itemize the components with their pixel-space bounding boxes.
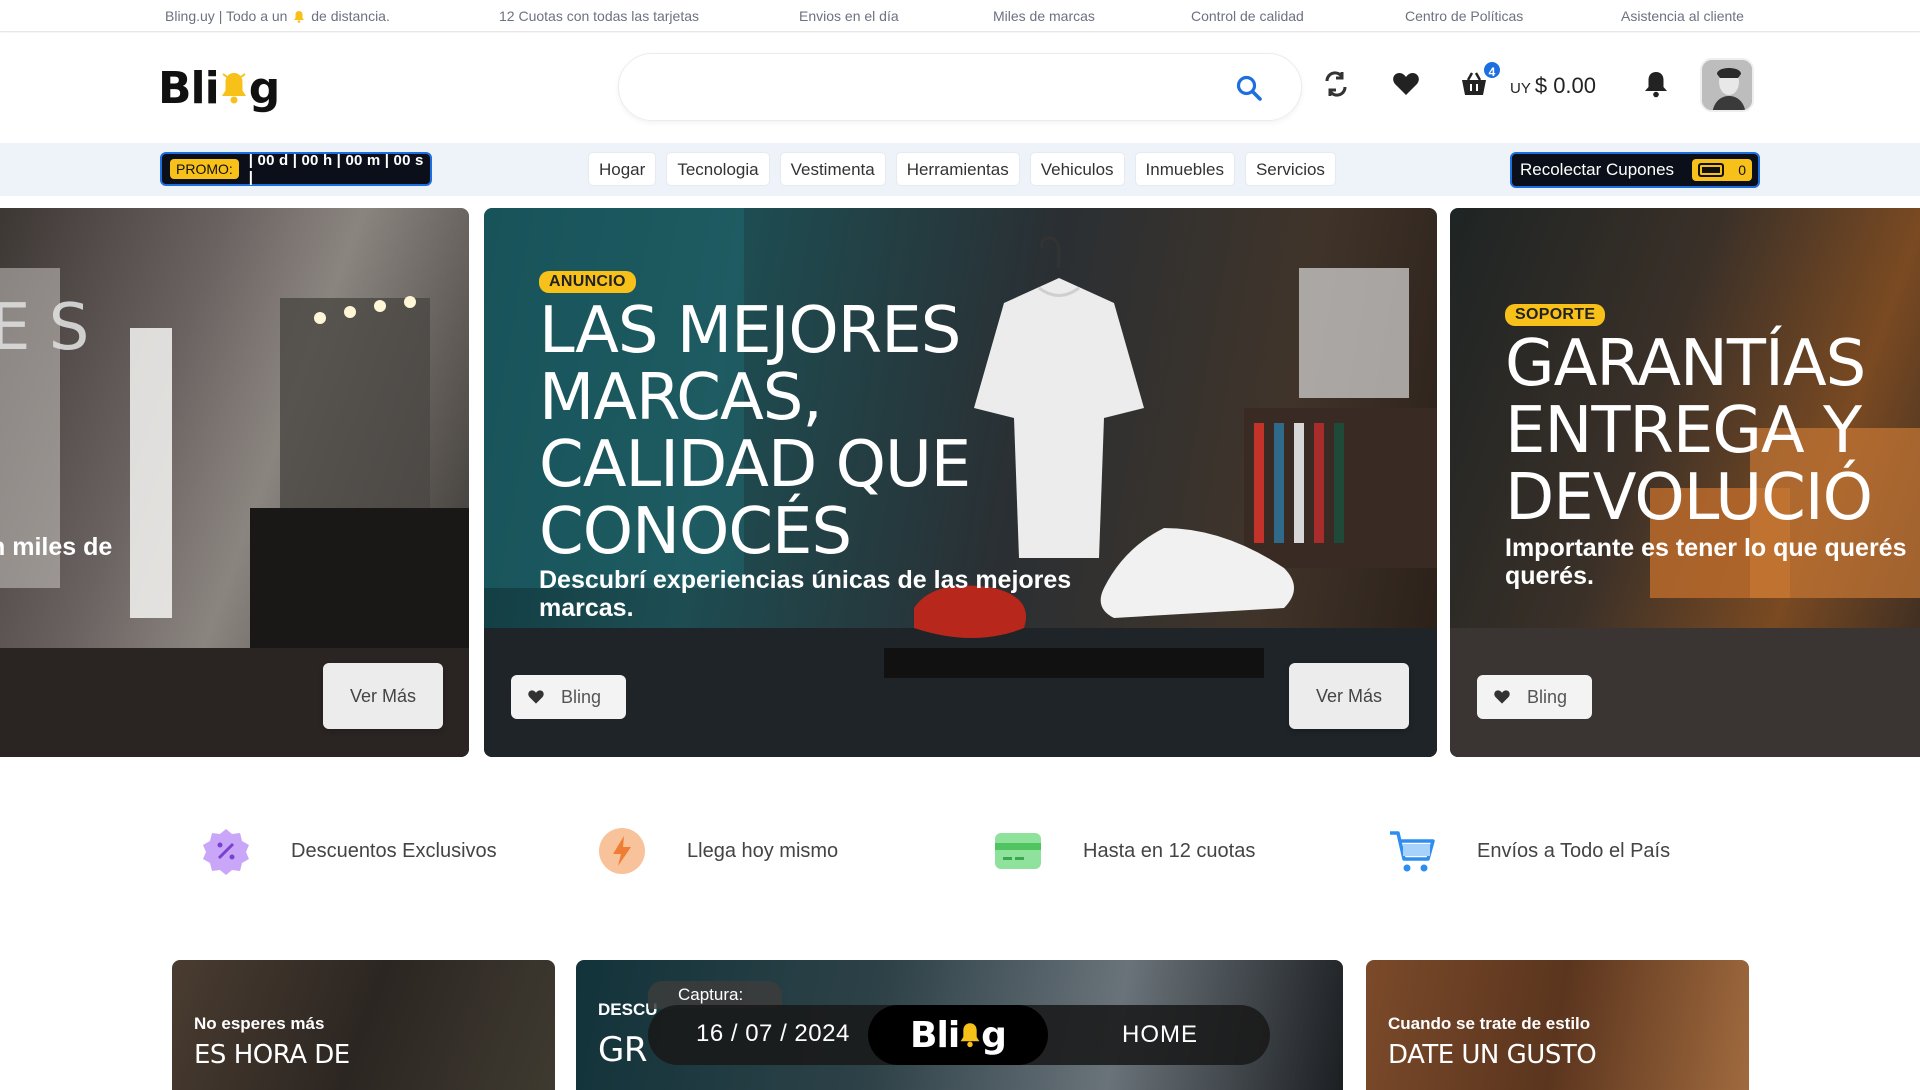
category-nav-band: PROMO: | 00 d | 00 h | 00 m | 00 s | Hog…	[0, 143, 1920, 196]
promo-tag: PROMO:	[170, 159, 239, 179]
category-inmuebles[interactable]: Inmuebles	[1134, 152, 1235, 186]
right-banner-headline-2: ENTREGA Y	[1505, 394, 1862, 468]
left-ver-mas-button[interactable]: Ver Más	[323, 663, 443, 729]
notification-bell-icon[interactable]	[1641, 69, 1671, 99]
feature-label: Llega hoy mismo	[687, 839, 839, 862]
overlay-logo-end: g	[981, 1014, 1007, 1056]
left-banner-headline: E S	[0, 291, 89, 365]
feature-descuentos: Descuentos Exclusivos	[201, 826, 497, 876]
cart-total-amount: $ 0.00	[1534, 73, 1597, 98]
card-headline: DATE UN GUSTO	[1388, 1040, 1597, 1070]
right-bling-label: Bling	[1527, 686, 1568, 707]
left-banner-subtitle: n miles de	[0, 533, 113, 561]
cart-count-badge: 4	[1482, 60, 1502, 80]
category-vestimenta[interactable]: Vestimenta	[779, 152, 886, 186]
category-tecnologia[interactable]: Tecnologia	[666, 152, 770, 186]
promo-countdown[interactable]: PROMO: | 00 d | 00 h | 00 m | 00 s |	[160, 152, 432, 186]
search-icon[interactable]	[1235, 74, 1263, 102]
cart-icon	[1387, 826, 1437, 876]
coupons-label: Recolectar Cupones	[1520, 160, 1675, 179]
logo-text-end: g	[248, 62, 280, 114]
top-info-bar: Bling.uy | Todo a un de distancia. 12 Cu…	[0, 0, 1920, 32]
topbar-link-envios[interactable]: Envios en el día	[799, 8, 899, 24]
promo-timer: | 00 d | 00 h | 00 m | 00 s |	[248, 152, 424, 186]
user-avatar[interactable]	[1700, 58, 1754, 112]
main-banner-headline-3: CALIDAD QUE	[539, 428, 971, 502]
search-input[interactable]	[645, 70, 1205, 106]
main-banner-badge: ANUNCIO	[539, 271, 636, 293]
banner-right[interactable]: SOPORTE GARANTÍAS ENTREGA Y DEVOLUCIÓ Im…	[1450, 208, 1920, 757]
capture-overlay-pill: 16 / 07 / 2024 Bli g HOME	[648, 1005, 1270, 1065]
tagline-suffix: de distancia.	[311, 8, 390, 24]
right-bling-button[interactable]: Bling	[1477, 675, 1592, 719]
overlay-logo: Bli g	[868, 1005, 1048, 1065]
category-vehiculos[interactable]: Vehiculos	[1029, 152, 1125, 186]
main-banner-headline-1: LAS MEJORES	[539, 294, 961, 368]
currency-code: UY	[1510, 80, 1531, 97]
promo-card-estilo[interactable]: Cuando se trate de estilo DATE UN GUSTO	[1366, 960, 1749, 1090]
bell-icon	[294, 11, 305, 23]
header: Bli g 4 UY $ 0.00	[0, 33, 1920, 143]
heart-icon	[528, 690, 544, 704]
right-banner-headline-3: DEVOLUCIÓ	[1505, 461, 1873, 535]
feature-llega-hoy: Llega hoy mismo	[597, 826, 838, 876]
card-small-text: Cuando se trate de estilo	[1388, 1014, 1591, 1033]
search-box	[618, 53, 1302, 121]
topbar-tagline: Bling.uy | Todo a un de distancia.	[165, 8, 390, 24]
banner-main[interactable]: ANUNCIO LAS MEJORES MARCAS, CALIDAD QUE …	[484, 208, 1437, 757]
ticket-icon	[1698, 163, 1724, 177]
topbar-link-cuotas[interactable]: 12 Cuotas con todas las tarjetas	[499, 8, 699, 24]
right-banner-badge: SOPORTE	[1505, 304, 1606, 326]
main-banner-headline-2: MARCAS,	[539, 361, 823, 435]
promo-card-renovar[interactable]: No esperes más ES HORA DE	[172, 960, 555, 1090]
site-logo[interactable]: Bli g	[158, 61, 280, 115]
main-bling-label: Bling	[561, 686, 602, 707]
feature-label: Descuentos Exclusivos	[291, 839, 497, 862]
right-banner-headline-1: GARANTÍAS	[1505, 327, 1866, 401]
topbar-link-marcas[interactable]: Miles de marcas	[993, 8, 1095, 24]
heart-icon[interactable]	[1391, 69, 1421, 99]
card-headline: ES HORA DE	[194, 1040, 350, 1070]
card-headline: GR	[598, 1030, 647, 1070]
heart-icon	[1494, 690, 1510, 704]
compare-icon[interactable]	[1321, 69, 1351, 99]
logo-bell-icon	[221, 73, 246, 104]
avatar-image	[1702, 60, 1752, 110]
home-label: HOME	[1122, 1021, 1198, 1048]
main-banner-headline-4: CONOCÉS	[539, 495, 852, 569]
category-servicios[interactable]: Servicios	[1244, 152, 1336, 186]
feature-label: Envíos a Todo el País	[1477, 839, 1671, 862]
topbar-link-calidad[interactable]: Control de calidad	[1191, 8, 1304, 24]
cart-total[interactable]: UY $ 0.00	[1510, 73, 1596, 99]
category-hogar[interactable]: Hogar	[588, 152, 657, 186]
feature-cuotas: Hasta en 12 cuotas	[993, 826, 1255, 876]
logo-text-start: Bli	[158, 62, 220, 114]
topbar-link-politicas[interactable]: Centro de Políticas	[1405, 8, 1523, 24]
main-banner-subtitle: Descubrí experiencias únicas de las mejo…	[539, 566, 1072, 622]
main-ver-mas-button[interactable]: Ver Más	[1289, 663, 1409, 729]
category-herramientas[interactable]: Herramientas	[895, 152, 1020, 186]
category-list: Hogar Tecnologia Vestimenta Herramientas…	[588, 152, 1336, 186]
collect-coupons-button[interactable]: Recolectar Cupones 0	[1510, 152, 1760, 188]
tagline-prefix: Bling.uy | Todo a un	[165, 8, 288, 24]
overlay-bell-icon	[960, 1023, 980, 1048]
feature-label: Hasta en 12 cuotas	[1083, 839, 1256, 862]
topbar-link-asistencia[interactable]: Asistencia al cliente	[1621, 8, 1744, 24]
discount-badge-icon	[201, 826, 251, 876]
right-banner-subtitle: Importante es tener lo que querés querés…	[1505, 534, 1907, 590]
card-small-text: No esperes más	[194, 1014, 325, 1033]
overlay-logo-start: Bli	[910, 1014, 960, 1056]
capture-date: 16 / 07 / 2024	[696, 1020, 850, 1047]
card-icon	[993, 826, 1043, 876]
main-bling-button[interactable]: Bling	[511, 675, 626, 719]
feature-envios: Envíos a Todo el País	[1387, 826, 1670, 876]
coupons-count: 0	[1738, 162, 1746, 178]
coupons-badge: 0	[1692, 159, 1752, 181]
banner-left[interactable]: E S n miles de Ver Más	[0, 208, 469, 757]
lightning-icon	[597, 826, 647, 876]
